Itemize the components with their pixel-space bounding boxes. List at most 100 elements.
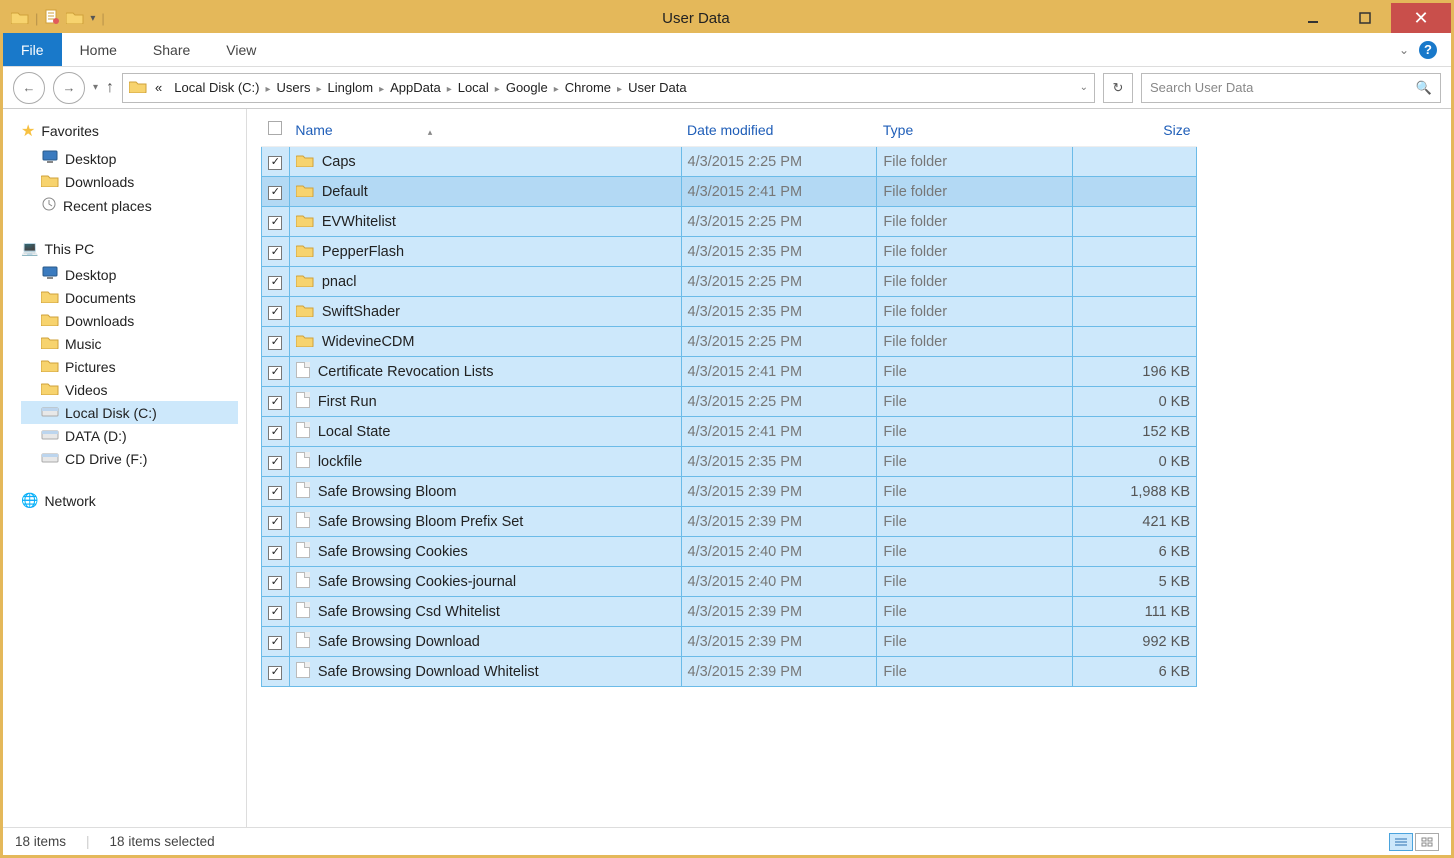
qat-dropdown-icon[interactable]: ▾: [90, 13, 95, 24]
address-bar[interactable]: « Local Disk (C:)▸Users▸Linglom▸AppData▸…: [122, 73, 1095, 103]
table-row[interactable]: ✓Caps4/3/2015 2:25 PMFile folder: [262, 147, 1197, 177]
forward-button[interactable]: →: [53, 72, 85, 104]
breadcrumb-segment[interactable]: Google: [502, 80, 552, 95]
minimize-button[interactable]: [1287, 3, 1339, 33]
chevron-right-icon[interactable]: ▸: [315, 84, 324, 95]
row-name[interactable]: Safe Browsing Download Whitelist: [289, 657, 681, 687]
table-row[interactable]: ✓Certificate Revocation Lists4/3/2015 2:…: [262, 357, 1197, 387]
nav-item[interactable]: Downloads: [21, 170, 238, 193]
row-name[interactable]: Safe Browsing Bloom: [289, 477, 681, 507]
table-row[interactable]: ✓EVWhitelist4/3/2015 2:25 PMFile folder: [262, 207, 1197, 237]
table-row[interactable]: ✓Local State4/3/2015 2:41 PMFile152 KB: [262, 417, 1197, 447]
table-row[interactable]: ✓SwiftShader4/3/2015 2:35 PMFile folder: [262, 297, 1197, 327]
row-name[interactable]: Local State: [289, 417, 681, 447]
home-tab[interactable]: Home: [62, 33, 135, 66]
nav-item[interactable]: CD Drive (F:): [21, 447, 238, 470]
table-row[interactable]: ✓pnacl4/3/2015 2:25 PMFile folder: [262, 267, 1197, 297]
breadcrumb-segment[interactable]: Linglom: [324, 80, 378, 95]
row-name[interactable]: Caps: [289, 147, 681, 177]
nav-item[interactable]: Local Disk (C:): [21, 401, 238, 424]
favorites-header[interactable]: ★Favorites: [21, 121, 238, 141]
row-checkbox[interactable]: ✓: [262, 567, 290, 597]
row-checkbox[interactable]: ✓: [262, 297, 290, 327]
nav-item[interactable]: Recent places: [21, 193, 238, 218]
row-checkbox[interactable]: ✓: [262, 657, 290, 687]
table-row[interactable]: ✓First Run4/3/2015 2:25 PMFile0 KB: [262, 387, 1197, 417]
row-name[interactable]: First Run: [289, 387, 681, 417]
row-checkbox[interactable]: ✓: [262, 537, 290, 567]
column-date[interactable]: Date modified: [681, 113, 877, 147]
row-checkbox[interactable]: ✓: [262, 357, 290, 387]
row-name[interactable]: EVWhitelist: [289, 207, 681, 237]
file-tab[interactable]: File: [3, 33, 62, 66]
row-checkbox[interactable]: ✓: [262, 237, 290, 267]
row-name[interactable]: WidevineCDM: [289, 327, 681, 357]
row-name[interactable]: pnacl: [289, 267, 681, 297]
table-row[interactable]: ✓Safe Browsing Cookies4/3/2015 2:40 PMFi…: [262, 537, 1197, 567]
row-name[interactable]: Safe Browsing Download: [289, 627, 681, 657]
table-row[interactable]: ✓Safe Browsing Cookies-journal4/3/2015 2…: [262, 567, 1197, 597]
close-button[interactable]: ✕: [1391, 3, 1451, 33]
new-folder-icon[interactable]: [66, 10, 84, 27]
row-checkbox[interactable]: ✓: [262, 477, 290, 507]
addr-dropdown-icon[interactable]: ⌄: [1080, 82, 1088, 93]
nav-item[interactable]: Desktop: [21, 263, 238, 286]
row-checkbox[interactable]: ✓: [262, 507, 290, 537]
maximize-button[interactable]: [1339, 3, 1391, 33]
column-size[interactable]: Size: [1073, 113, 1197, 147]
breadcrumb-segment[interactable]: Users: [273, 80, 315, 95]
row-checkbox[interactable]: ✓: [262, 327, 290, 357]
row-name[interactable]: PepperFlash: [289, 237, 681, 267]
table-row[interactable]: ✓Safe Browsing Bloom4/3/2015 2:39 PMFile…: [262, 477, 1197, 507]
network-header[interactable]: 🌐Network: [21, 492, 238, 509]
nav-item[interactable]: Music: [21, 332, 238, 355]
back-button[interactable]: ←: [13, 72, 45, 104]
recent-locations-icon[interactable]: ▾: [93, 82, 98, 93]
row-checkbox[interactable]: ✓: [262, 447, 290, 477]
search-box[interactable]: Search User Data 🔍: [1141, 73, 1441, 103]
row-checkbox[interactable]: ✓: [262, 207, 290, 237]
chevron-right-icon[interactable]: ▸: [615, 84, 624, 95]
help-icon[interactable]: ?: [1419, 41, 1437, 59]
row-checkbox[interactable]: ✓: [262, 147, 290, 177]
share-tab[interactable]: Share: [135, 33, 208, 66]
row-name[interactable]: lockfile: [289, 447, 681, 477]
row-checkbox[interactable]: ✓: [262, 627, 290, 657]
ribbon-expand-icon[interactable]: ⌄: [1399, 43, 1409, 57]
column-name[interactable]: Name▴: [289, 113, 681, 147]
file-list-area[interactable]: Name▴ Date modified Type Size ✓Caps4/3/2…: [247, 109, 1451, 827]
chevron-right-icon[interactable]: ▸: [377, 84, 386, 95]
nav-item[interactable]: DATA (D:): [21, 424, 238, 447]
table-row[interactable]: ✓Safe Browsing Download Whitelist4/3/201…: [262, 657, 1197, 687]
breadcrumb-segment[interactable]: Chrome: [561, 80, 615, 95]
row-checkbox[interactable]: ✓: [262, 597, 290, 627]
row-checkbox[interactable]: ✓: [262, 417, 290, 447]
breadcrumb-segment[interactable]: AppData: [386, 80, 445, 95]
nav-item[interactable]: Desktop: [21, 147, 238, 170]
table-row[interactable]: ✓Default4/3/2015 2:41 PMFile folder: [262, 177, 1197, 207]
row-checkbox[interactable]: ✓: [262, 177, 290, 207]
up-button[interactable]: ↑: [106, 79, 114, 97]
navigation-pane[interactable]: ★Favorites DesktopDownloadsRecent places…: [3, 109, 247, 827]
refresh-button[interactable]: ↻: [1103, 73, 1133, 103]
row-checkbox[interactable]: ✓: [262, 267, 290, 297]
chevron-right-icon[interactable]: ▸: [493, 84, 502, 95]
table-row[interactable]: ✓Safe Browsing Bloom Prefix Set4/3/2015 …: [262, 507, 1197, 537]
table-row[interactable]: ✓Safe Browsing Csd Whitelist4/3/2015 2:3…: [262, 597, 1197, 627]
nav-item[interactable]: Downloads: [21, 309, 238, 332]
icons-view-button[interactable]: [1415, 833, 1439, 851]
column-type[interactable]: Type: [877, 113, 1073, 147]
properties-icon[interactable]: [44, 9, 60, 28]
breadcrumb-segment[interactable]: Local: [454, 80, 493, 95]
nav-item[interactable]: Videos: [21, 378, 238, 401]
table-row[interactable]: ✓PepperFlash4/3/2015 2:35 PMFile folder: [262, 237, 1197, 267]
table-row[interactable]: ✓Safe Browsing Download4/3/2015 2:39 PMF…: [262, 627, 1197, 657]
chevron-right-icon[interactable]: ▸: [552, 84, 561, 95]
row-name[interactable]: Safe Browsing Csd Whitelist: [289, 597, 681, 627]
view-tab[interactable]: View: [208, 33, 274, 66]
table-row[interactable]: ✓WidevineCDM4/3/2015 2:25 PMFile folder: [262, 327, 1197, 357]
breadcrumb-segment[interactable]: User Data: [624, 80, 691, 95]
row-name[interactable]: Safe Browsing Cookies-journal: [289, 567, 681, 597]
title-bar[interactable]: | ▾ | User Data ✕: [3, 3, 1451, 33]
details-view-button[interactable]: [1389, 833, 1413, 851]
